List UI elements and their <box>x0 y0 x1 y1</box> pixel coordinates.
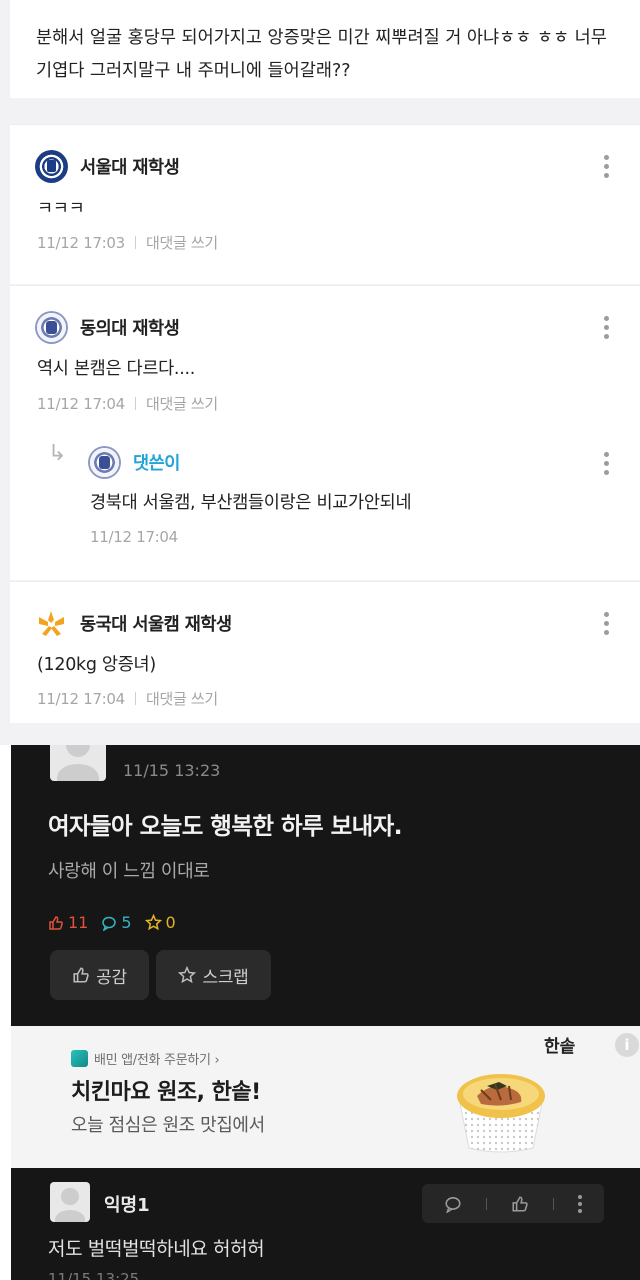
comment-item: 동국대 서울캠 재학생 (120kg 앙증녀) 11/12 17:04 대댓글 쓰… <box>10 581 640 723</box>
reply-nickname[interactable]: 댓쓴이 <box>133 450 180 475</box>
thumbs-up-icon <box>49 915 63 930</box>
post-time: 11/15 13:23 <box>123 761 221 780</box>
more-options-icon[interactable] <box>604 452 610 479</box>
reply-write-link[interactable]: 대댓글 쓰기 <box>146 690 218 708</box>
comment-nickname[interactable]: 익명1 <box>104 1191 150 1217</box>
comment-time: 11/15 13:25 <box>48 1270 140 1280</box>
comment-nickname[interactable]: 서울대 재학생 <box>80 154 180 179</box>
comment-header: 동국대 서울캠 재학생 <box>35 608 232 638</box>
author-avatar <box>50 745 106 781</box>
ad-brand-logo: 한솥 <box>544 1037 576 1057</box>
comment-header: 서울대 재학생 <box>35 149 180 183</box>
like-count: 11 <box>48 913 88 932</box>
baemin-app-icon <box>71 1050 88 1067</box>
scrap-button[interactable]: 스크랩 <box>156 950 271 1000</box>
snu-logo-icon <box>35 149 68 183</box>
like-button[interactable]: 공감 <box>50 950 149 1000</box>
comment-time: 11/12 17:04 <box>37 690 125 708</box>
more-options-icon[interactable] <box>578 1193 582 1214</box>
reply-arrow-icon: ↳ <box>48 441 67 466</box>
reply-body: 경북대 서울캠, 부산캠들이랑은 비교가안되네 <box>90 493 412 513</box>
comment-time: 11/12 17:03 <box>37 234 125 252</box>
scrap-count: 0 <box>144 913 176 932</box>
ad-info-icon[interactable]: i <box>615 1033 639 1057</box>
more-options-icon[interactable] <box>604 612 610 639</box>
thumbs-up-icon[interactable] <box>511 1195 529 1213</box>
ad-description: 오늘 점심은 원조 맛집에서 <box>71 1115 265 1136</box>
reply-time: 11/12 17:04 <box>90 528 178 546</box>
post-text-card: 분해서 얼굴 홍당무 되어가지고 앙증맞은 미간 찌뿌려질 거 아냐ㅎㅎ ㅎㅎ … <box>10 0 640 98</box>
reply-bubble-icon[interactable] <box>444 1195 462 1213</box>
post-body-text: 분해서 얼굴 홍당무 되어가지고 앙증맞은 미간 찌뿌려질 거 아냐ㅎㅎ ㅎㅎ … <box>36 28 607 81</box>
comment-header: 동의대 재학생 <box>35 310 180 344</box>
comment-body: ㅋㅋㅋ <box>37 199 85 219</box>
star-icon <box>144 914 162 931</box>
ad-banner[interactable]: 배민 앱/전화 주문하기 › 치킨마요 원조, 한솥! 오늘 점심은 원조 맛집… <box>11 1026 640 1168</box>
rice-bowl-image <box>457 1074 545 1153</box>
comment-body: (120kg 앙증녀) <box>37 655 156 675</box>
dgu-logo-icon <box>39 610 64 636</box>
star-icon <box>178 966 197 984</box>
reply-write-link[interactable]: 대댓글 쓰기 <box>146 234 218 252</box>
post-title: 여자들아 오늘도 행복한 하루 보내자. <box>48 812 403 840</box>
post-stats: 11 5 0 <box>48 913 189 932</box>
reply-write-link[interactable]: 대댓글 쓰기 <box>146 395 218 413</box>
dark-post-section: 11/15 13:23 여자들아 오늘도 행복한 하루 보내자. 사랑해 이 느… <box>11 745 640 1280</box>
comment-actions <box>422 1184 604 1223</box>
speech-bubble-icon <box>102 916 117 931</box>
more-options-icon[interactable] <box>604 316 610 343</box>
deu-logo-icon <box>88 445 121 479</box>
comment-nickname[interactable]: 동의대 재학생 <box>80 315 180 340</box>
comment-time: 11/12 17:04 <box>37 395 125 413</box>
comment-item: 서울대 재학생 ㅋㅋㅋ 11/12 17:03 대댓글 쓰기 <box>10 124 640 284</box>
reply-header: 댓쓴이 <box>88 445 180 479</box>
more-options-icon[interactable] <box>604 155 610 182</box>
comment-meta: 11/12 17:04 대댓글 쓰기 <box>37 688 218 709</box>
comment-body: 역시 본캠은 다르다.... <box>37 359 195 379</box>
ad-title[interactable]: 치킨마요 원조, 한솥! <box>71 1074 261 1106</box>
deu-logo-icon <box>35 310 68 344</box>
comment-nickname[interactable]: 동국대 서울캠 재학생 <box>80 611 232 636</box>
comment-count: 5 <box>101 913 132 932</box>
commenter-avatar <box>50 1182 90 1222</box>
light-comment-section: 분해서 얼굴 홍당무 되어가지고 앙증맞은 미간 찌뿌려질 거 아냐ㅎㅎ ㅎㅎ … <box>0 0 640 745</box>
post-content: 사랑해 이 느낌 이대로 <box>48 861 210 882</box>
comment-meta: 11/12 17:04 대댓글 쓰기 <box>37 393 218 414</box>
thumbs-up-icon <box>73 967 89 983</box>
ad-source[interactable]: 배민 앱/전화 주문하기 › <box>71 1049 220 1068</box>
comment-body: 저도 벌떡벌떡하네요 허허허 <box>48 1238 265 1260</box>
comment-item: 동의대 재학생 역시 본캠은 다르다.... 11/12 17:04 대댓글 쓰기… <box>10 285 640 580</box>
comment-meta: 11/12 17:03 대댓글 쓰기 <box>37 232 218 253</box>
